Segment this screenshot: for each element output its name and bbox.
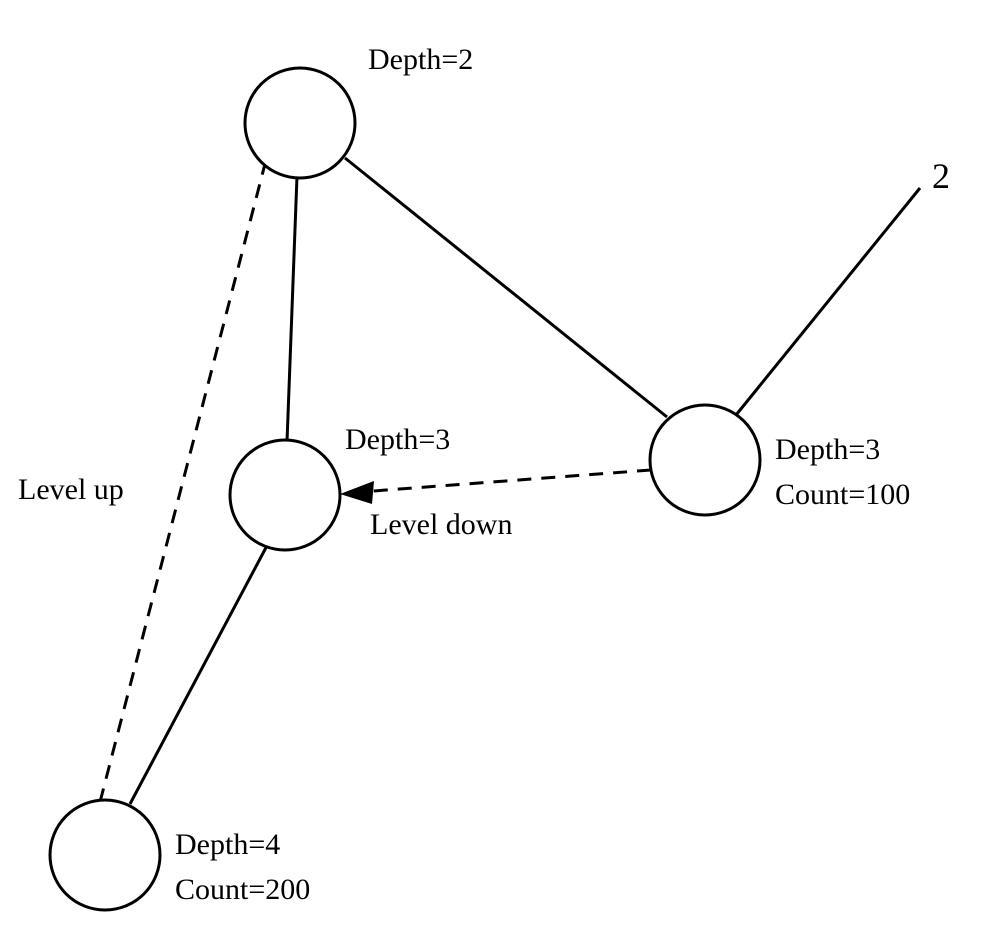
diagram-canvas: { "nodes": { "top": { "label_line1": "De… (0, 0, 1000, 945)
edge-top-mid (287, 176, 297, 442)
edge-level-down (360, 470, 651, 492)
node-right-label-1: Depth=3 (775, 430, 880, 471)
edge-level-up-label: Level up (18, 470, 124, 511)
edge-level-down-label: Level down (370, 505, 512, 546)
edge-mid-bottom (130, 540, 270, 804)
node-bottom (50, 800, 160, 910)
node-bottom-label-2: Count=200 (175, 870, 310, 911)
node-right-label-2: Count=100 (775, 475, 910, 516)
callout-label: 2 (932, 152, 950, 201)
edge-top-right (345, 158, 667, 417)
node-top-label: Depth=2 (368, 40, 473, 81)
arrowhead-level-down (340, 481, 374, 504)
node-top (245, 68, 355, 178)
node-right (650, 405, 760, 515)
node-mid (230, 440, 340, 550)
callout-line (706, 188, 920, 452)
node-mid-label: Depth=3 (345, 420, 450, 461)
diagram-svg (0, 0, 1000, 945)
node-bottom-label-1: Depth=4 (175, 825, 280, 866)
